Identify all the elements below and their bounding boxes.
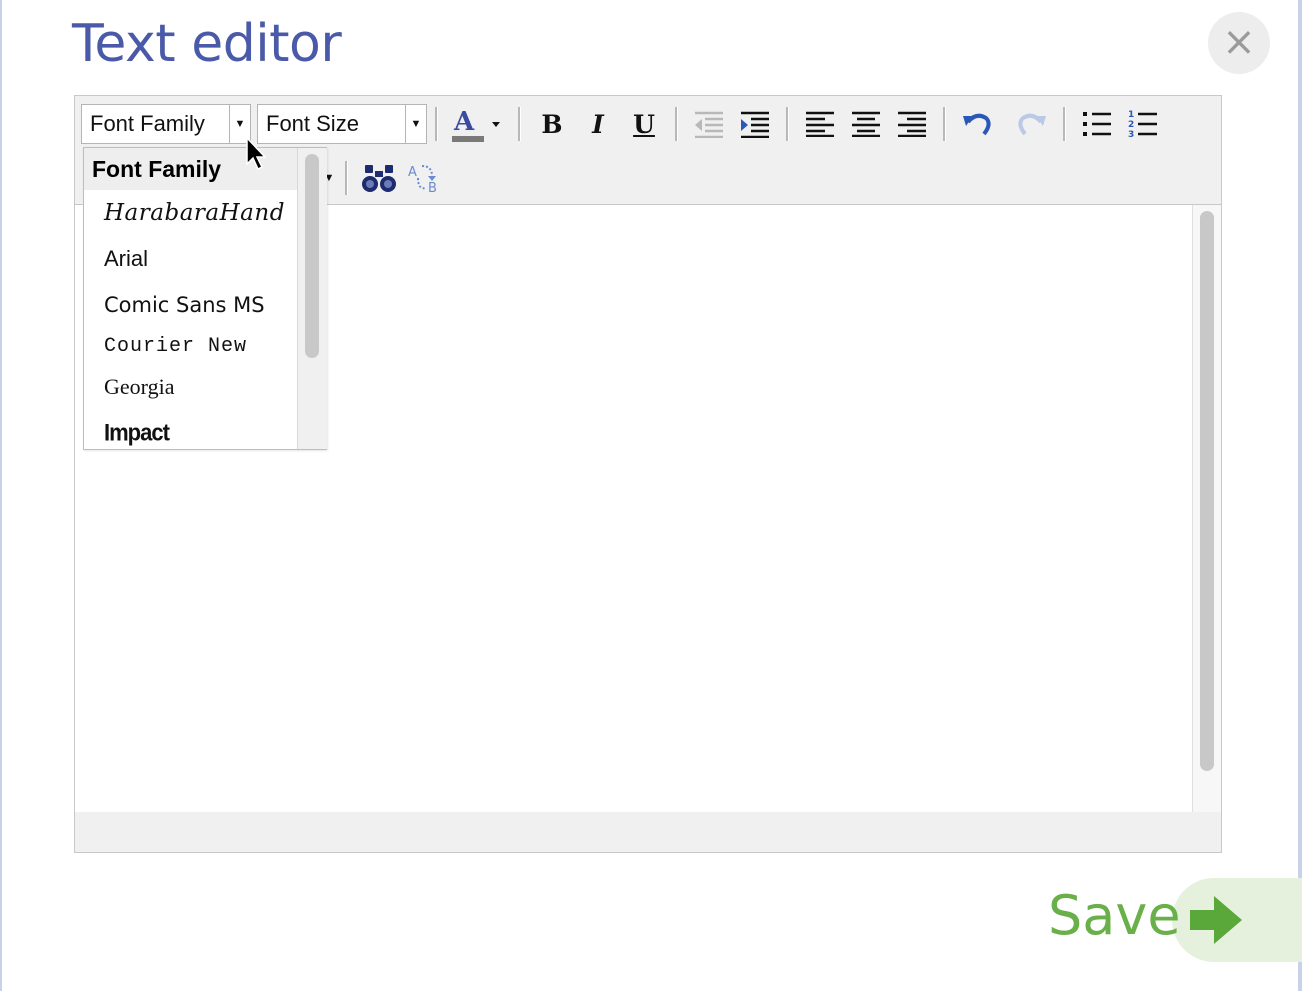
find-replace-icon: A B [408,165,437,194]
font-option-harabarahand[interactable]: HarabaraHand [84,190,297,236]
toolbar-separator [1063,107,1066,141]
window-edge-left [0,0,2,991]
undo-button[interactable] [957,104,997,144]
mouse-cursor-icon [246,136,267,171]
dropdown-scrollbar[interactable] [297,148,327,449]
font-list: HarabaraHand Arial Comic Sans MS Courier… [84,190,297,456]
font-option-courier-new[interactable]: Courier New [84,328,297,364]
align-center-icon [852,111,880,137]
toolbar-separator [518,107,521,141]
italic-button[interactable]: I [578,104,618,144]
font-family-value: Font Family [90,111,205,136]
bullet-list-icon [1083,112,1111,136]
dialog-title: Text editor [72,14,342,74]
font-family-dropdown: Font Family HarabaraHand Arial Comic San… [83,147,327,450]
underline-button[interactable]: U [624,104,664,144]
chevron-down-icon[interactable]: ▼ [405,105,426,143]
svg-text:3: 3 [1128,130,1134,139]
svg-text:1: 1 [1128,110,1134,120]
font-option-comic-sans-ms[interactable]: Comic Sans MS [84,282,297,328]
find-button[interactable] [359,158,399,198]
redo-button[interactable] [1012,104,1052,144]
undo-icon [963,113,991,136]
font-size-value: Font Size [266,111,359,136]
indent-icon [741,111,769,138]
close-icon: × [1222,19,1256,65]
font-size-select[interactable]: Font Size ▼ [257,104,427,144]
text-color-button[interactable]: A [449,104,507,144]
indent-button[interactable] [735,104,775,144]
font-option-arial[interactable]: Arial [84,236,297,282]
editor-scrollbar-thumb[interactable] [1200,211,1214,771]
save-label: Save [1048,884,1181,947]
text-color-icon: A [452,107,500,142]
toolbar-separator [345,161,348,195]
outdent-button[interactable] [689,104,729,144]
window-edge-right [1298,0,1302,991]
align-right-icon [898,111,926,137]
font-option-georgia[interactable]: Georgia [84,364,297,410]
bullet-list-button[interactable] [1077,104,1117,144]
close-button[interactable]: × [1208,12,1270,74]
align-center-button[interactable] [846,104,886,144]
svg-text:A: A [408,165,417,180]
toolbar-separator [675,107,678,141]
toolbar-separator [786,107,789,141]
arrow-right-icon [1190,896,1242,944]
redo-icon [1018,113,1046,136]
align-right-button[interactable] [892,104,932,144]
align-left-button[interactable] [800,104,840,144]
replace-button[interactable]: A B [405,158,445,198]
toolbar-row-1: Font Family ▼ Font Size ▼ A B I U 1 2 3 [81,98,1166,150]
toolbar-separator [943,107,946,141]
align-left-icon [806,111,834,137]
outdent-icon [695,111,723,138]
binoculars-icon [362,165,396,192]
dropdown-scrollbar-thumb[interactable] [305,154,319,358]
save-button[interactable]: Save [1048,878,1302,962]
font-family-select[interactable]: Font Family ▼ [81,104,251,144]
svg-text:A: A [453,107,475,137]
editor-statusbar [75,812,1221,852]
font-option-impact[interactable]: Impact [84,408,297,459]
svg-text:2: 2 [1128,120,1134,130]
bold-button[interactable]: B [532,104,572,144]
numbered-list-button[interactable]: 123 [1123,104,1163,144]
numbered-list-icon: 123 [1128,110,1157,139]
toolbar-separator [435,107,438,141]
editor-scrollbar[interactable] [1192,205,1221,812]
svg-text:B: B [428,181,437,194]
